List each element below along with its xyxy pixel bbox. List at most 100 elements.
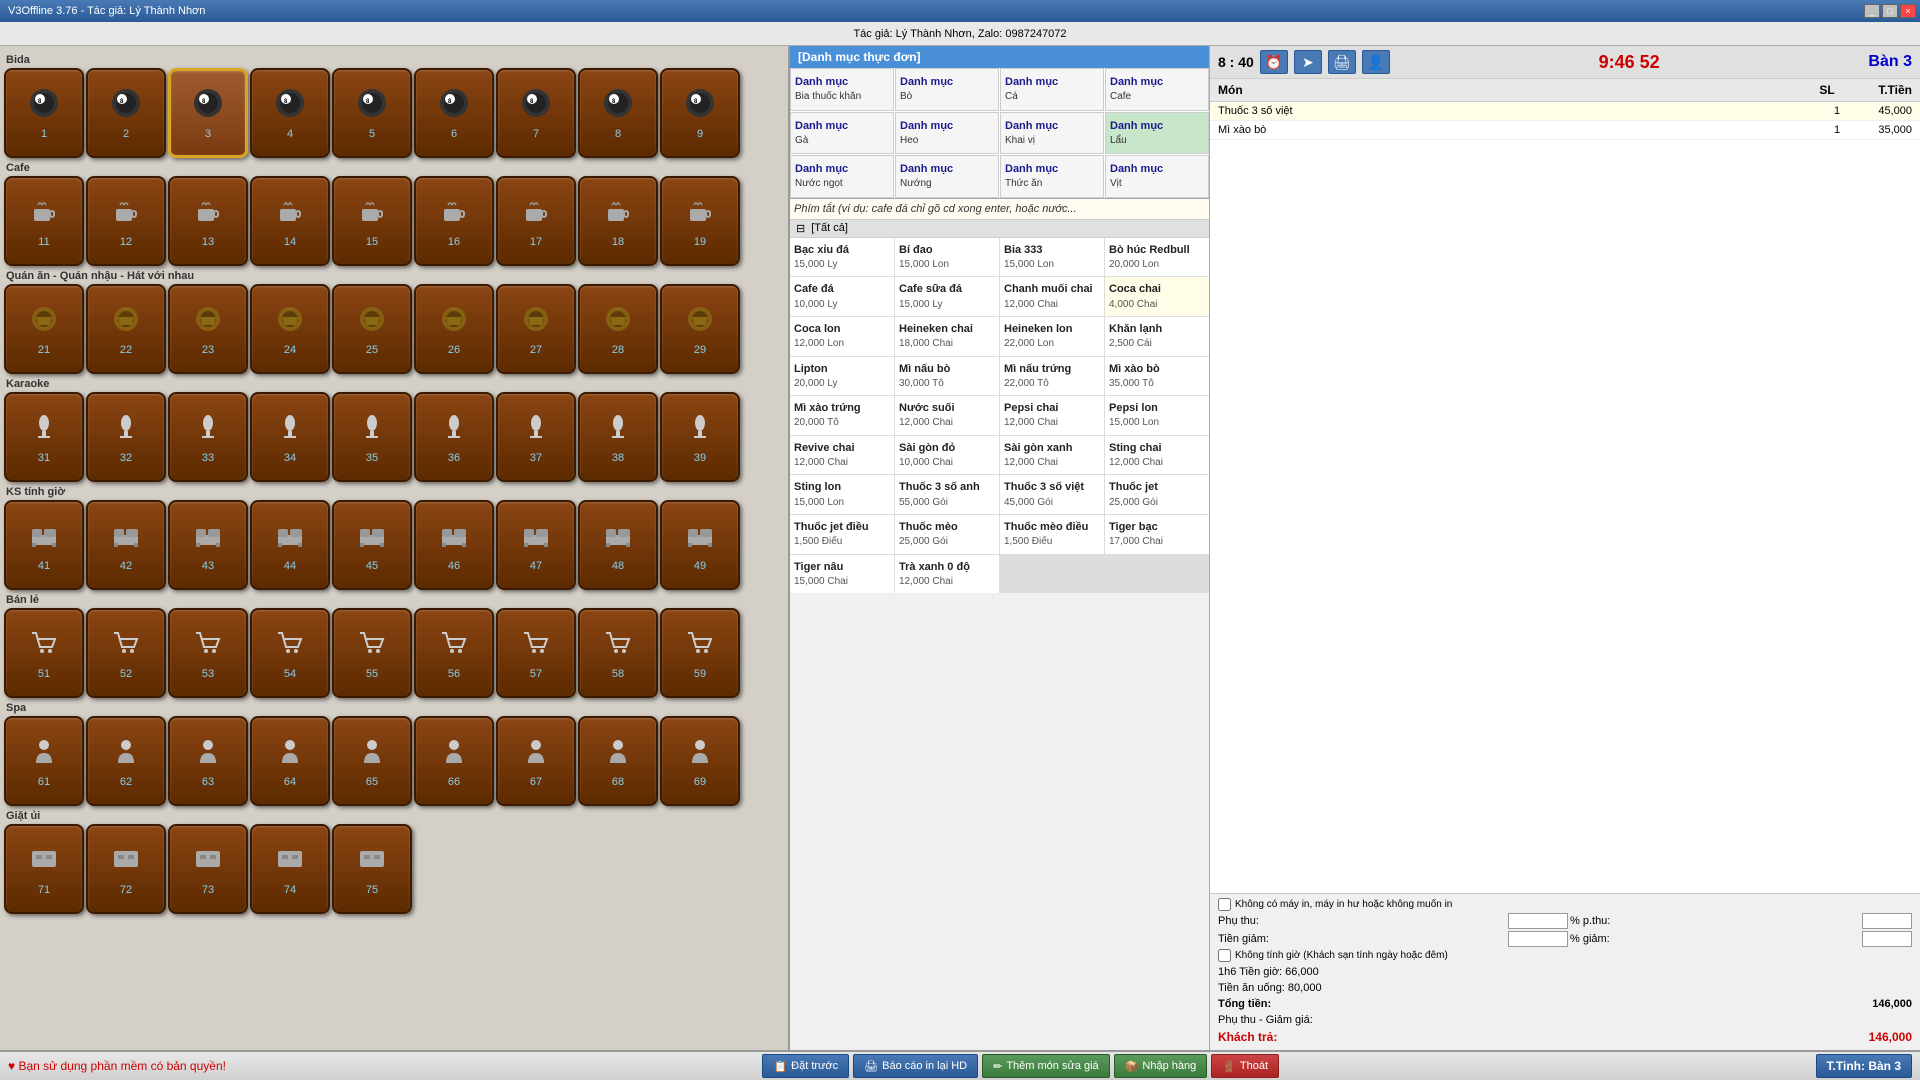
category-button[interactable]: Danh mụcNướng xyxy=(895,155,999,198)
item-button[interactable]: Khăn lạnh2,500 Cái xyxy=(1105,317,1209,356)
bao-cao-button[interactable]: 🖨 Báo cáo in lại HD xyxy=(853,1054,978,1078)
table-button[interactable]: 11 xyxy=(4,176,84,266)
table-button[interactable]: 83 xyxy=(168,68,248,158)
item-button[interactable]: Mì nấu bò30,000 Tô xyxy=(895,357,999,396)
table-button[interactable]: 44 xyxy=(250,500,330,590)
table-button[interactable]: 55 xyxy=(332,608,412,698)
table-button[interactable]: 16 xyxy=(414,176,494,266)
item-button[interactable]: Coca lon12,000 Lon xyxy=(790,317,894,356)
table-button[interactable]: 72 xyxy=(86,824,166,914)
table-button[interactable]: 46 xyxy=(414,500,494,590)
item-button[interactable]: Chanh muối chai12,000 Chai xyxy=(1000,277,1104,316)
table-button[interactable]: 86 xyxy=(414,68,494,158)
item-button[interactable]: Bạc xỉu đá15,000 Ly xyxy=(790,238,894,277)
table-button[interactable]: 67 xyxy=(496,716,576,806)
item-button[interactable]: Trà xanh 0 độ12,000 Chai xyxy=(895,555,999,594)
table-button[interactable]: 23 xyxy=(168,284,248,374)
table-button[interactable]: 49 xyxy=(660,500,740,590)
table-button[interactable]: 18 xyxy=(578,176,658,266)
table-button[interactable]: 54 xyxy=(250,608,330,698)
item-button[interactable]: Mì xào bò35,000 Tô xyxy=(1105,357,1209,396)
table-button[interactable]: 82 xyxy=(86,68,166,158)
category-button[interactable]: Danh mụcLẩu xyxy=(1105,112,1209,155)
table-button[interactable]: 45 xyxy=(332,500,412,590)
table-button[interactable]: 43 xyxy=(168,500,248,590)
order-item[interactable]: Mì xào bò 1 35,000 xyxy=(1210,121,1920,140)
them-mon-button[interactable]: ✏ Thêm món sửa giá xyxy=(982,1054,1110,1078)
table-button[interactable]: 35 xyxy=(332,392,412,482)
category-button[interactable]: Danh mụcCafe xyxy=(1105,68,1209,111)
table-button[interactable]: 26 xyxy=(414,284,494,374)
person-icon[interactable]: 👤 xyxy=(1362,50,1390,74)
item-button[interactable]: Heineken lon22,000 Lon xyxy=(1000,317,1104,356)
item-button[interactable]: Sài gòn xanh12,000 Chai xyxy=(1000,436,1104,475)
table-button[interactable]: 85 xyxy=(332,68,412,158)
table-button[interactable]: 42 xyxy=(86,500,166,590)
item-button[interactable]: Bia 33315,000 Lon xyxy=(1000,238,1104,277)
item-button[interactable]: Thuốc jet điều1,500 Điếu xyxy=(790,515,894,554)
table-button[interactable]: 12 xyxy=(86,176,166,266)
phu-thu-input[interactable] xyxy=(1508,913,1568,929)
category-button[interactable]: Danh mụcGà xyxy=(790,112,894,155)
category-button[interactable]: Danh mụcBia thuốc khăn xyxy=(790,68,894,111)
item-button[interactable]: Heineken chai18,000 Chai xyxy=(895,317,999,356)
close-button[interactable]: × xyxy=(1900,4,1916,18)
table-button[interactable]: 34 xyxy=(250,392,330,482)
item-button[interactable]: Bí đao15,000 Lon xyxy=(895,238,999,277)
dat-truoc-button[interactable]: 📋 Đặt trước xyxy=(762,1054,849,1078)
item-button[interactable]: Mì nấu trứng22,000 Tô xyxy=(1000,357,1104,396)
item-button[interactable]: Tiger bạc17,000 Chai xyxy=(1105,515,1209,554)
table-button[interactable]: 41 xyxy=(4,500,84,590)
minimize-button[interactable]: _ xyxy=(1864,4,1880,18)
item-button[interactable]: Thuốc mèo điều1,500 Điếu xyxy=(1000,515,1104,554)
category-button[interactable]: Danh mụcVịt xyxy=(1105,155,1209,198)
table-button[interactable]: 68 xyxy=(578,716,658,806)
table-button[interactable]: 21 xyxy=(4,284,84,374)
item-button[interactable]: Cafe đá10,000 Ly xyxy=(790,277,894,316)
table-button[interactable]: 61 xyxy=(4,716,84,806)
table-button[interactable]: 37 xyxy=(496,392,576,482)
phu-thu-pct-input[interactable] xyxy=(1862,913,1912,929)
item-button[interactable]: Mì xào trứng20,000 Tô xyxy=(790,396,894,435)
item-button[interactable]: Nước suối12,000 Chai xyxy=(895,396,999,435)
table-button[interactable]: 25 xyxy=(332,284,412,374)
table-button[interactable]: 33 xyxy=(168,392,248,482)
category-button[interactable]: Danh mụcThức ăn xyxy=(1000,155,1104,198)
table-button[interactable]: 28 xyxy=(578,284,658,374)
table-button[interactable]: 36 xyxy=(414,392,494,482)
printer-icon[interactable]: 🖨 xyxy=(1328,50,1356,74)
tien-giam-input[interactable] xyxy=(1508,931,1568,947)
table-button[interactable]: 75 xyxy=(332,824,412,914)
table-button[interactable]: 39 xyxy=(660,392,740,482)
nhap-hang-button[interactable]: 📦 Nhập hàng xyxy=(1114,1054,1208,1078)
category-button[interactable]: Danh mụcHeo xyxy=(895,112,999,155)
table-button[interactable]: 13 xyxy=(168,176,248,266)
table-button[interactable]: 15 xyxy=(332,176,412,266)
table-button[interactable]: 74 xyxy=(250,824,330,914)
item-button[interactable]: Tiger nâu15,000 Chai xyxy=(790,555,894,594)
table-button[interactable]: 87 xyxy=(496,68,576,158)
no-printer-checkbox[interactable] xyxy=(1218,898,1231,911)
table-button[interactable]: 65 xyxy=(332,716,412,806)
item-button[interactable]: Bò húc Redbull20,000 Lon xyxy=(1105,238,1209,277)
item-button[interactable]: Cafe sữa đá15,000 Ly xyxy=(895,277,999,316)
table-button[interactable]: 88 xyxy=(578,68,658,158)
category-button[interactable]: Danh mụcBò xyxy=(895,68,999,111)
category-button[interactable]: Danh mụcCá xyxy=(1000,68,1104,111)
item-button[interactable]: Coca chai4,000 Chai xyxy=(1105,277,1209,316)
clock-icon[interactable]: ⏰ xyxy=(1260,50,1288,74)
table-button[interactable]: 48 xyxy=(578,500,658,590)
item-button[interactable]: Sting chai12,000 Chai xyxy=(1105,436,1209,475)
table-button[interactable]: 63 xyxy=(168,716,248,806)
table-button[interactable]: 32 xyxy=(86,392,166,482)
table-button[interactable]: 69 xyxy=(660,716,740,806)
table-button[interactable]: 58 xyxy=(578,608,658,698)
table-button[interactable]: 84 xyxy=(250,68,330,158)
table-button[interactable]: 73 xyxy=(168,824,248,914)
item-button[interactable]: Thuốc 3 số việt45,000 Gói xyxy=(1000,475,1104,514)
category-button[interactable]: Danh mụcNước ngọt xyxy=(790,155,894,198)
item-button[interactable]: Sài gòn đỏ10,000 Chai xyxy=(895,436,999,475)
table-button[interactable]: 71 xyxy=(4,824,84,914)
table-button[interactable]: 47 xyxy=(496,500,576,590)
table-button[interactable]: 27 xyxy=(496,284,576,374)
